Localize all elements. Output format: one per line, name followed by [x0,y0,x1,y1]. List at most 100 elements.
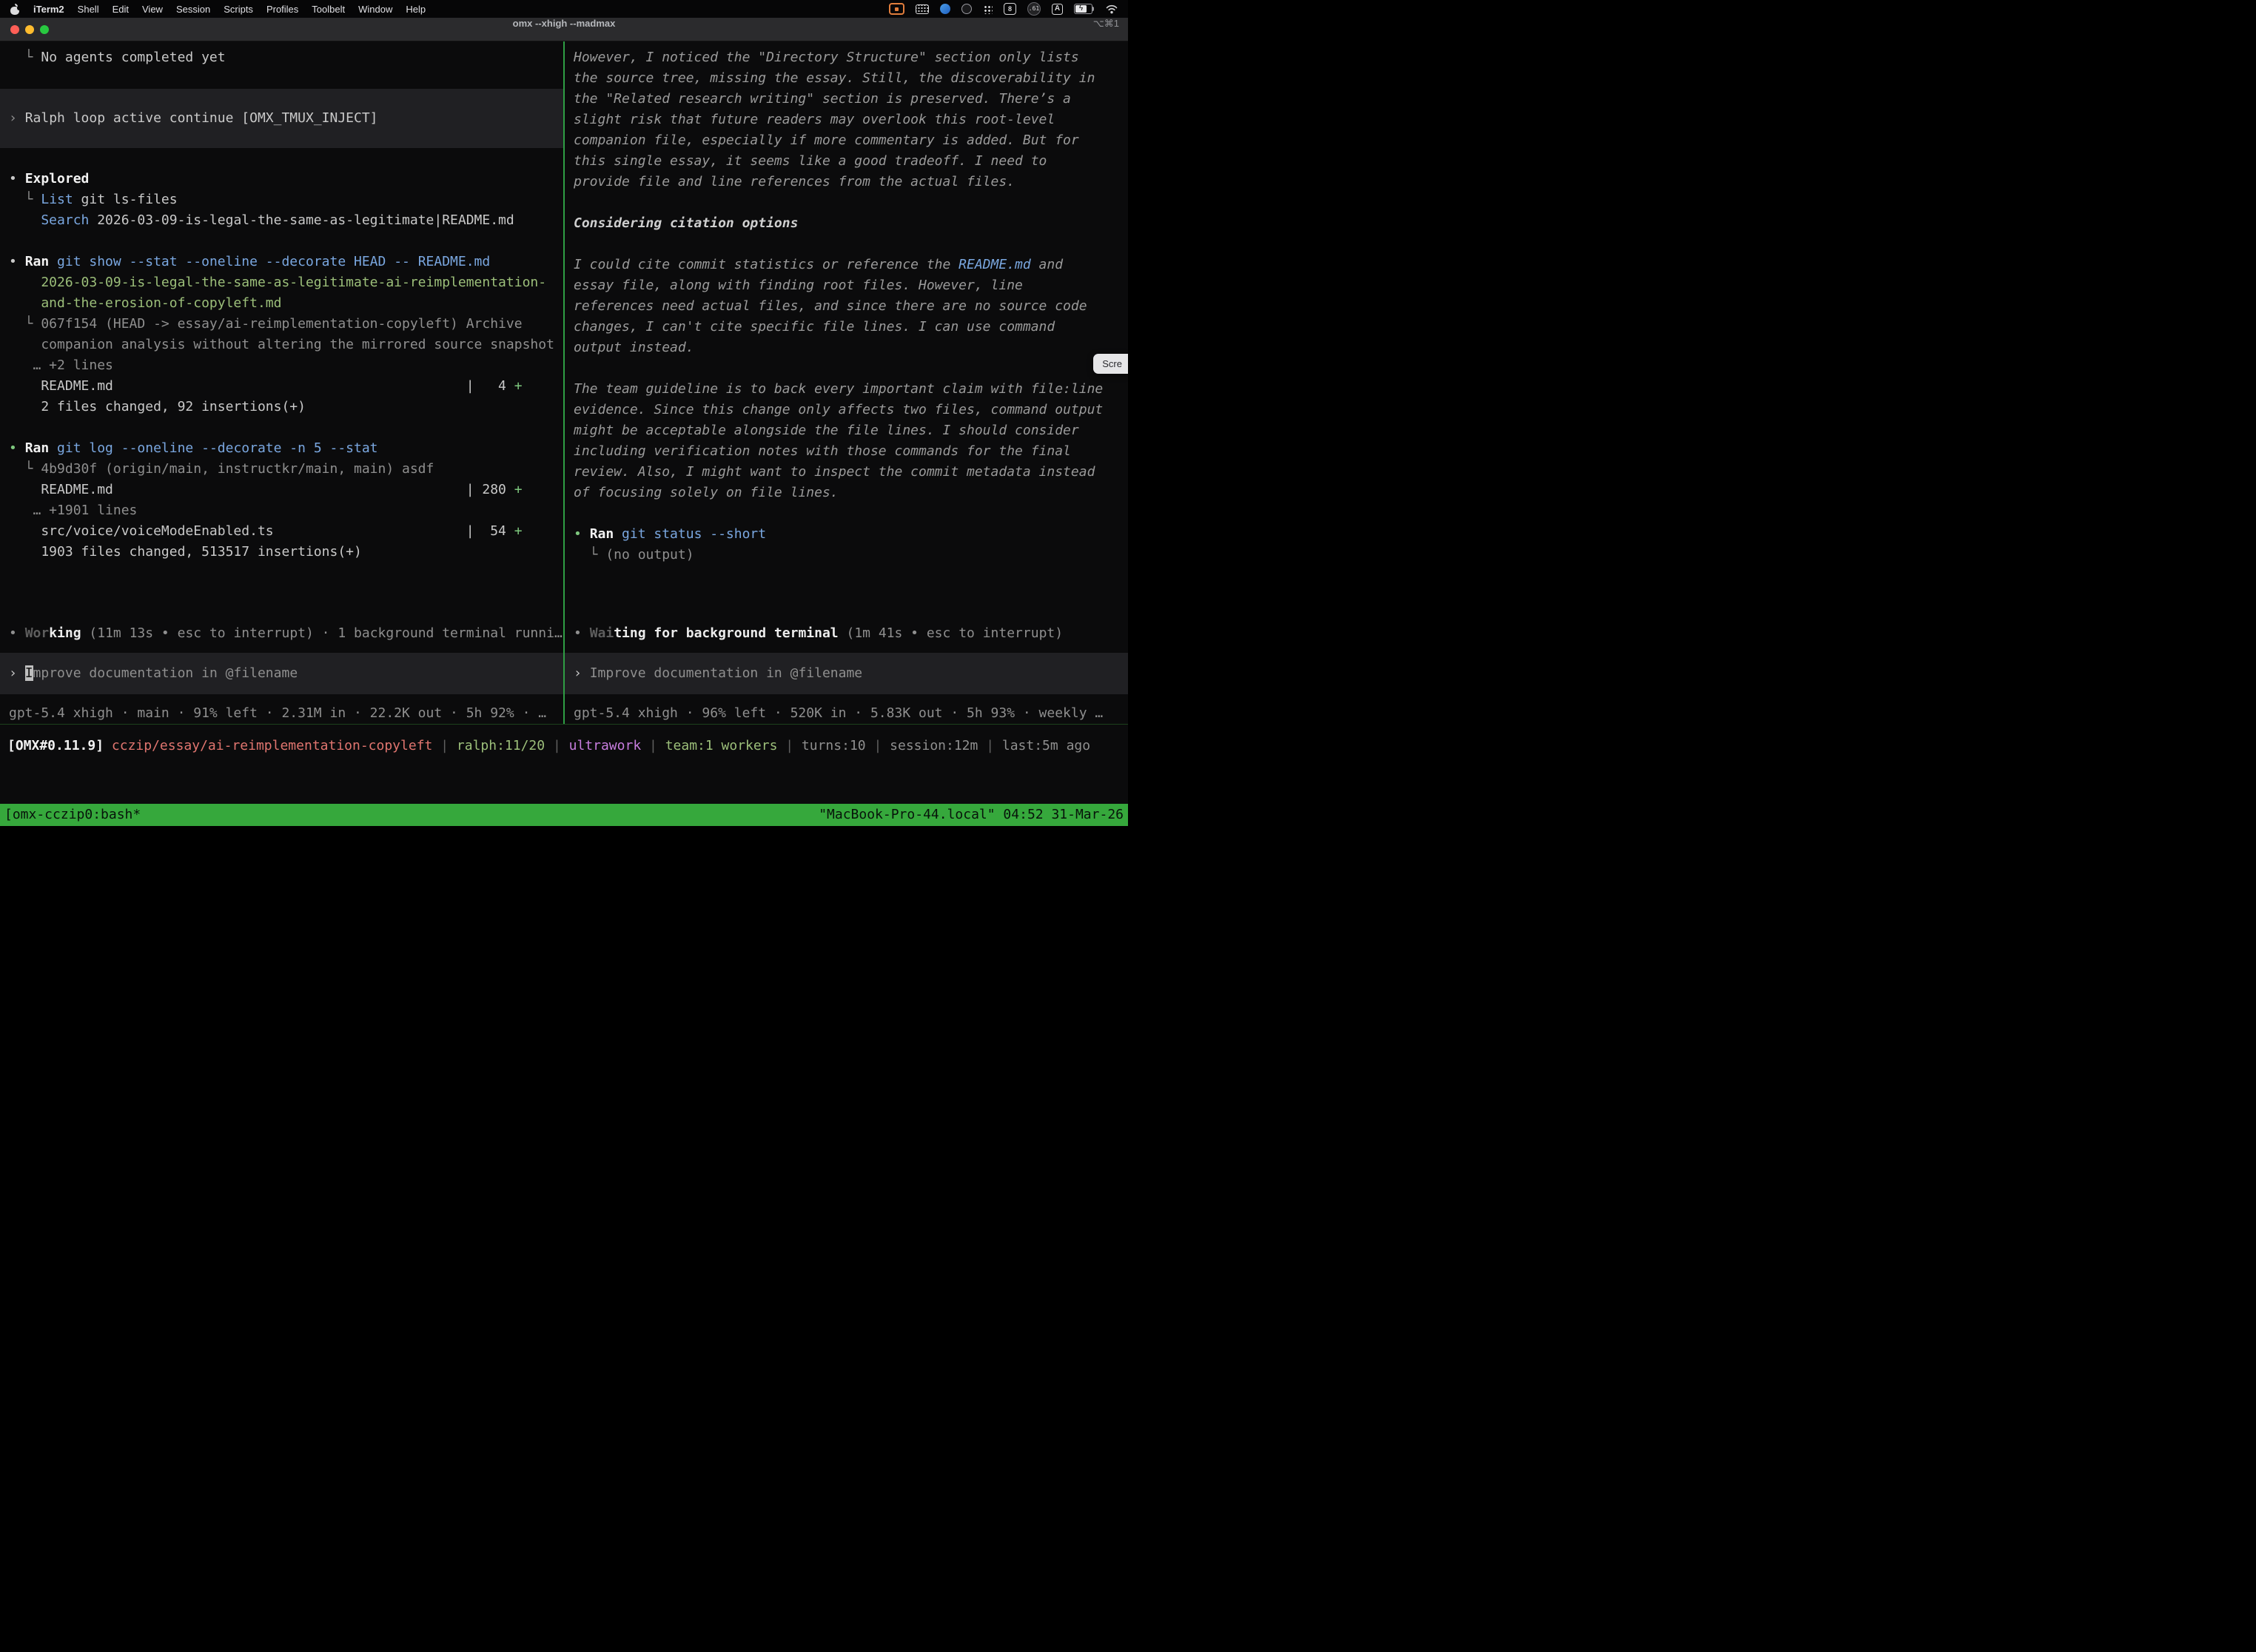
traffic-lights [10,25,49,34]
gauge-icon[interactable]: .61 [1027,2,1041,16]
keyboard-icon[interactable] [916,4,929,14]
blank-line [0,417,563,438]
menu-item-profiles[interactable]: Profiles [266,4,298,15]
prompt-input[interactable]: › Improve documentation in @filename [565,653,1128,694]
apps-grid-icon[interactable] [983,4,993,14]
menu-item-edit[interactable]: Edit [113,4,129,15]
box-line: › Improve documentation in @filename [0,663,563,684]
flex-spacer [565,565,1128,623]
menu-item-view[interactable]: View [142,4,163,15]
window-title: omx --xhigh --madmax [0,18,1128,29]
blank-line [565,644,1128,653]
blank-line [0,68,563,89]
prompt-input[interactable]: › Improve documentation in @filename [0,653,563,694]
blank-line [0,694,563,703]
ran-git-show: • Ran git show --stat --oneline --decora… [0,252,563,272]
terminal-line: └ 067f154 (HEAD -> essay/ai-reimplementa… [0,314,563,335]
right-pane[interactable]: However, I noticed the "Directory Struct… [565,41,1128,724]
tmux-session-info[interactable]: [omx-cczip0:bash* [4,804,141,826]
menu-item-scripts[interactable]: Scripts [224,4,253,15]
menu-items: Shell Edit View Session Scripts Profiles Toolb… [78,4,426,15]
window-title-bar[interactable]: omx --xhigh --madmax ⌥⌘1 [0,18,1128,41]
terminal-line: evidence. Since this change only affects… [565,400,1128,420]
tmux-host-time: "MacBook-Pro-44.local" 04:52 31-Mar-26 [819,804,1124,826]
blank-line [0,148,563,169]
left-pane[interactable]: └ No agents completed yet › Ralph loop ac… [0,41,563,724]
terminal-line: I could cite commit statistics or refere… [565,255,1128,275]
terminal-line: └ List git ls-files [0,189,563,210]
menu-item-help[interactable]: Help [406,4,426,15]
blank-line [565,358,1128,379]
ran-git-status: • Ran git status --short [565,524,1128,545]
terminal-line: this single essay, it seems like a good … [565,151,1128,172]
reasoning-heading: Considering citation options [565,213,1128,234]
terminal-line: and-the-erosion-of-copyleft.md [0,293,563,314]
terminal-line: including verification notes with those … [565,441,1128,462]
terminal-line: references need actual files, and since … [565,296,1128,317]
tmux-status-bar: [omx-cczip0:bash* "MacBook-Pro-44.local"… [0,804,1128,826]
zoom-button[interactable] [40,25,49,34]
terminal-line: companion analysis without altering the … [0,335,563,355]
terminal-line: slight risk that future readers may over… [565,110,1128,130]
toast-label: Scre [1102,358,1122,369]
working-status: • Working (11m 13s • esc to interrupt) ·… [0,623,563,644]
wifi-icon[interactable] [1106,4,1118,14]
waiting-status: • Waiting for background terminal (1m 41… [565,623,1128,644]
terminal-line: provide file and line references from th… [565,172,1128,192]
close-button[interactable] [10,25,19,34]
flex-spacer [0,563,563,623]
explored-header: • Explored [0,169,563,189]
session-stats: gpt-5.4 xhigh · main · 91% left · 2.31M … [0,703,563,724]
blank-line [0,644,563,653]
blank-line [565,192,1128,213]
terminal-line: 2 files changed, 92 insertions(+) [0,397,563,417]
terminal-line: README.md | 4 + [0,376,563,397]
desktop-screen: iTerm2 Shell Edit View Session Scripts Profil… [0,0,1128,826]
box-line: › Improve documentation in @filename [565,663,1128,684]
charging-bolt-icon: ϟ [1075,4,1087,13]
screen-recording-icon[interactable] [889,3,904,15]
badge-8-icon[interactable]: 8 [1004,3,1016,15]
apple-menu-icon[interactable] [10,4,20,15]
menu-item-session[interactable]: Session [176,4,210,15]
minimize-button[interactable] [25,25,34,34]
menubar-status-icons: 8 .61 A ϟ [889,2,1118,16]
terminal-line: README.md | 280 + [0,480,563,500]
terminal-line: However, I noticed the "Directory Struct… [565,47,1128,68]
blank-line [565,503,1128,524]
pane-bottom-border [0,724,1128,725]
terminal-line: might be acceptable alongside the file l… [565,420,1128,441]
terminal-line: review. Also, I might want to inspect th… [565,462,1128,483]
terminal-line: └ (no output) [565,545,1128,565]
menu-item-toolbelt[interactable]: Toolbelt [312,4,345,15]
blank-line [0,231,563,252]
terminal-line: 2026-03-09-is-legal-the-same-as-legitima… [0,272,563,293]
terminal-line: companion file, especially if more comme… [565,130,1128,151]
terminal-line: … +1901 lines [0,500,563,521]
input-source-icon[interactable]: A [1052,4,1063,15]
window-shortcut: ⌥⌘1 [1093,18,1119,30]
terminal-line: the "Related research writing" section i… [565,89,1128,110]
box-line: › Ralph loop active continue [OMX_TMUX_I… [0,108,563,129]
terminal-line: … +2 lines [0,355,563,376]
battery-icon[interactable]: ϟ [1074,4,1092,14]
ran-git-log: • Ran git log --oneline --decorate -n 5 … [0,438,563,459]
terminal-line: Search 2026-03-09-is-legal-the-same-as-l… [0,210,563,231]
terminal-line: The team guideline is to back every impo… [565,379,1128,400]
menu-app-name[interactable]: iTerm2 [33,4,64,15]
dark-app-icon[interactable] [961,4,972,14]
terminal-panes: └ No agents completed yet › Ralph loop ac… [0,41,1128,724]
screen-share-toast[interactable]: Scre [1093,354,1128,374]
menu-item-shell[interactable]: Shell [78,4,99,15]
terminal-line: of focusing solely on file lines. [565,483,1128,503]
ralph-loop-banner: › Ralph loop active continue [OMX_TMUX_I… [0,89,563,148]
blue-app-icon[interactable] [940,4,950,14]
terminal-line: src/voice/voiceModeEnabled.ts | 54 + [0,521,563,542]
menu-item-window[interactable]: Window [358,4,392,15]
blank-line [565,234,1128,255]
terminal-line: changes, I can't cite specific file line… [565,317,1128,338]
session-stats: gpt-5.4 xhigh · 96% left · 520K in · 5.8… [565,703,1128,724]
terminal-line: └ 4b9d30f (origin/main, instructkr/main,… [0,459,563,480]
terminal-line: output instead. [565,338,1128,358]
terminal-line: └ No agents completed yet [0,47,563,68]
